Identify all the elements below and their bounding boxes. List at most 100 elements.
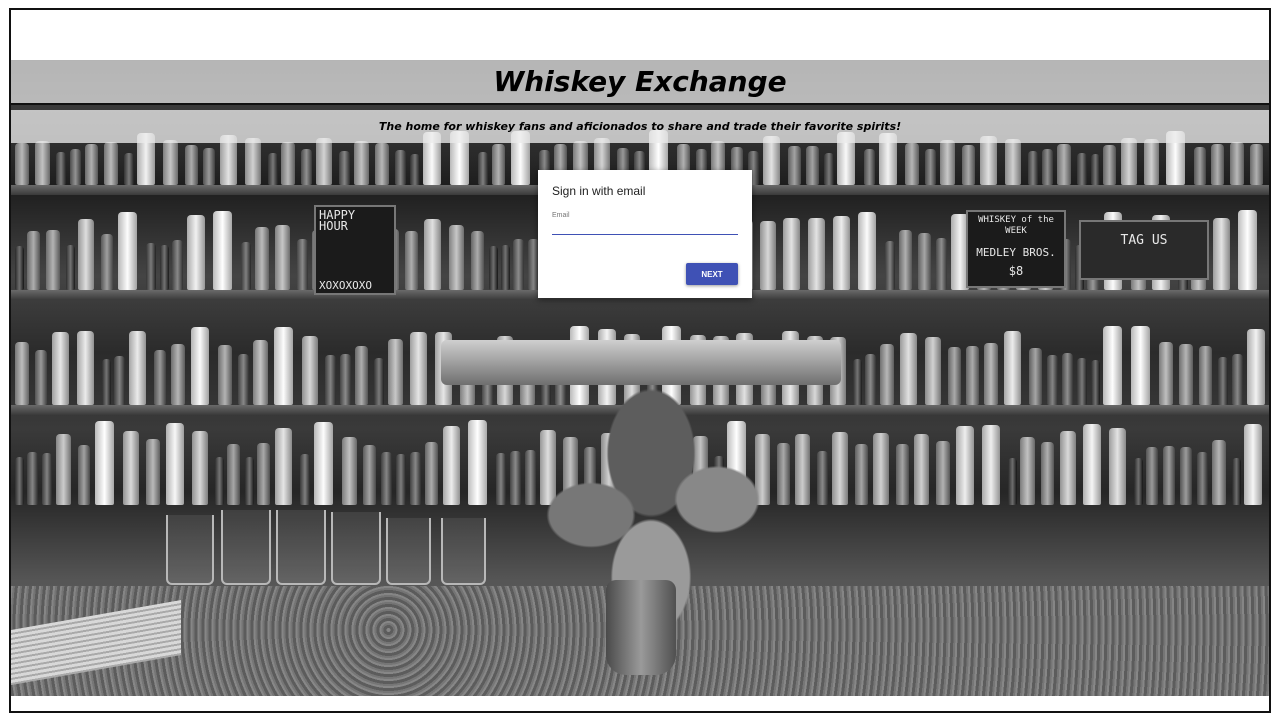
bottle xyxy=(396,454,406,505)
bottle xyxy=(956,426,974,505)
bottle xyxy=(900,333,917,405)
bottle xyxy=(410,154,420,185)
bottle xyxy=(27,231,40,290)
page-frame: HAPPY HOUR XOXOXOXO WHISKEY of the WEEK … xyxy=(9,8,1271,713)
bottle xyxy=(15,342,29,405)
chalkboard-price: $8 xyxy=(1008,264,1024,278)
bottle xyxy=(471,231,484,290)
bottle xyxy=(213,211,232,290)
bottle xyxy=(1232,354,1243,405)
bottle xyxy=(85,144,98,185)
bottle xyxy=(123,431,139,505)
bottle xyxy=(1232,458,1241,505)
bottle xyxy=(146,243,156,290)
bottle xyxy=(925,149,936,185)
bottle xyxy=(940,140,955,185)
bottle xyxy=(1131,326,1150,405)
bottle xyxy=(501,245,510,290)
bottle xyxy=(185,145,198,185)
bottle xyxy=(374,358,384,405)
bottle xyxy=(78,445,90,505)
bottle xyxy=(27,452,38,505)
bottle xyxy=(905,143,919,185)
bottle xyxy=(824,153,834,185)
sign-in-card: Sign in with email Email NEXT xyxy=(538,170,752,298)
bottle xyxy=(864,149,875,185)
bottle xyxy=(1159,342,1173,405)
bottle xyxy=(896,444,909,505)
bottle xyxy=(513,239,524,290)
glass xyxy=(331,512,381,585)
bottle xyxy=(449,225,464,290)
chalkboard-heading: WHISKEY of the WEEK xyxy=(978,215,1054,236)
bottle xyxy=(1077,358,1087,405)
bottle xyxy=(160,245,169,290)
email-field[interactable] xyxy=(552,219,738,235)
bottle xyxy=(227,444,240,505)
bottle xyxy=(980,136,997,185)
bottle xyxy=(35,350,47,405)
bottle xyxy=(241,242,251,290)
bottle xyxy=(880,344,894,405)
bottle xyxy=(468,420,487,505)
bottle xyxy=(1047,355,1058,405)
bottle xyxy=(1197,452,1208,505)
bottle xyxy=(245,457,254,505)
bottle xyxy=(325,355,336,405)
bottle xyxy=(1020,437,1035,505)
bottle xyxy=(66,245,75,290)
bottle xyxy=(865,354,876,405)
bottle xyxy=(1218,357,1228,405)
bottle xyxy=(355,346,368,405)
bar-background-image: HAPPY HOUR XOXOXOXO WHISKEY of the WEEK … xyxy=(11,60,1269,696)
bottle xyxy=(42,453,52,505)
bottle xyxy=(300,454,310,505)
bottle xyxy=(925,337,941,405)
bottle xyxy=(1109,428,1126,505)
bottle xyxy=(899,230,912,290)
bottle xyxy=(914,434,929,505)
bottle xyxy=(245,138,261,185)
bottle xyxy=(1041,442,1054,505)
bottle xyxy=(410,332,427,405)
bottle xyxy=(788,146,801,185)
title-banner: Whiskey Exchange xyxy=(11,60,1269,105)
bottle xyxy=(102,359,111,405)
bottle xyxy=(129,331,146,405)
bottle xyxy=(15,246,24,290)
bottle xyxy=(1213,218,1230,290)
bottle xyxy=(381,452,392,505)
bottle xyxy=(405,231,418,290)
bottle xyxy=(1247,329,1265,405)
tag-us-sign: TAG US xyxy=(1079,220,1209,280)
bottle xyxy=(1244,424,1262,505)
page-tagline: The home for whiskey fans and aficionado… xyxy=(378,120,902,133)
bottle xyxy=(1028,151,1038,185)
bottle xyxy=(218,345,232,405)
bottle xyxy=(166,423,184,505)
bottle xyxy=(274,327,293,405)
bottle xyxy=(833,216,850,290)
bottle xyxy=(342,437,357,505)
bottle xyxy=(948,347,961,405)
bottle xyxy=(1091,154,1100,185)
bottle xyxy=(832,432,848,505)
page-title: Whiskey Exchange xyxy=(493,65,787,98)
glass xyxy=(221,510,271,585)
bottle xyxy=(171,344,185,405)
bottle xyxy=(187,215,205,290)
bottle xyxy=(191,327,209,405)
bottle xyxy=(35,141,50,185)
bottle xyxy=(1121,138,1137,185)
next-button[interactable]: NEXT xyxy=(686,263,738,285)
bottle xyxy=(966,346,979,405)
bottle xyxy=(1230,142,1244,185)
bottle xyxy=(1057,144,1071,185)
bottle xyxy=(340,354,351,405)
bottle xyxy=(1163,446,1175,505)
bottle xyxy=(1211,144,1224,185)
whiskey-of-week-chalkboard: WHISKEY of the WEEK MEDLEY BROS. $8 xyxy=(966,210,1066,288)
bottle xyxy=(316,138,332,185)
bottle xyxy=(215,457,224,505)
bottle xyxy=(104,142,118,185)
